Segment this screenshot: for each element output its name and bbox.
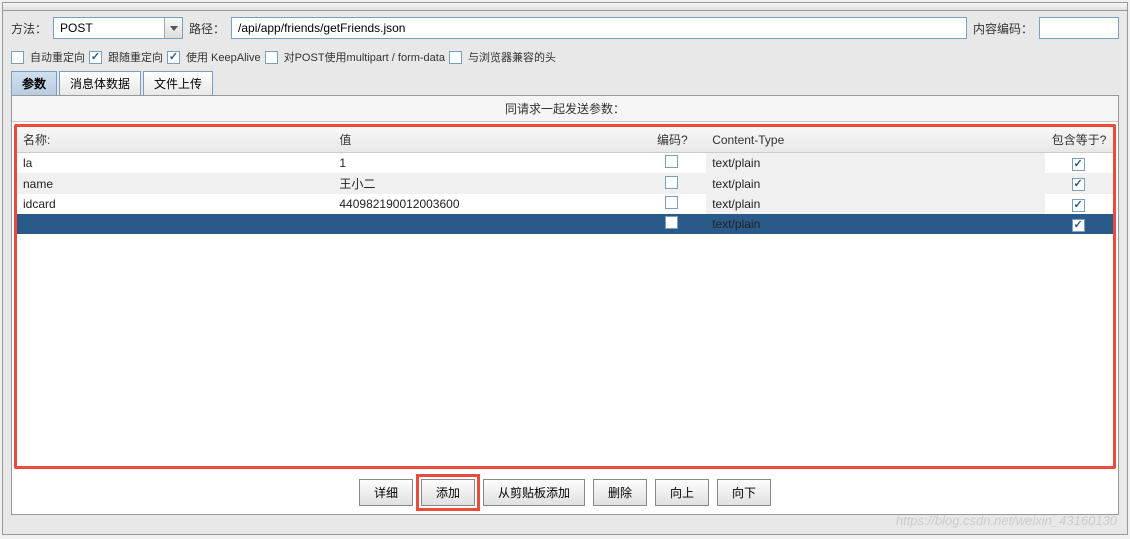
path-input[interactable] <box>231 17 967 39</box>
cell-include[interactable] <box>1045 173 1113 194</box>
delete-button[interactable]: 删除 <box>593 479 647 506</box>
follow-redirect-checkbox[interactable] <box>89 51 102 64</box>
encode-checkbox[interactable] <box>665 216 678 229</box>
down-button[interactable]: 向下 <box>717 479 771 506</box>
cell-include[interactable] <box>1045 153 1113 174</box>
options-row: 自动重定向 跟随重定向 使用 KeepAlive 对POST使用multipar… <box>3 45 1127 69</box>
watermark: https://blog.csdn.net/weixin_43160130 <box>896 513 1117 528</box>
panel-title <box>3 3 1127 11</box>
multipart-label: 对POST使用multipart / form-data <box>284 49 445 65</box>
cell-value[interactable]: 440982190012003600 <box>333 194 638 214</box>
top-controls: 方法： POST 路径： 内容编码： <box>3 11 1127 45</box>
cell-encode[interactable] <box>638 214 706 234</box>
add-button[interactable]: 添加 <box>421 479 475 506</box>
table-row[interactable]: la1 text/plain <box>17 153 1113 174</box>
include-checkbox[interactable] <box>1072 219 1085 232</box>
encode-checkbox[interactable] <box>665 196 678 209</box>
encode-checkbox[interactable] <box>665 155 678 168</box>
browser-headers-checkbox[interactable] <box>449 51 462 64</box>
button-row: 详细 添加 从剪贴板添加 删除 向上 向下 <box>12 471 1118 514</box>
method-select[interactable]: POST <box>53 17 183 39</box>
follow-redirect-label: 跟随重定向 <box>108 49 163 65</box>
params-title: 同请求一起发送参数： <box>12 96 1118 122</box>
tab-body[interactable]: 消息体数据 <box>59 71 141 95</box>
cell-name[interactable] <box>17 214 333 234</box>
include-checkbox[interactable] <box>1072 199 1085 212</box>
encode-checkbox[interactable] <box>665 176 678 189</box>
method-label: 方法： <box>11 20 47 37</box>
include-checkbox[interactable] <box>1072 158 1085 171</box>
params-panel: 同请求一起发送参数： 名称: 值 编码? Content-Type 包含等于? … <box>11 95 1119 515</box>
col-content-type[interactable]: Content-Type <box>706 127 1045 153</box>
cell-encode[interactable] <box>638 153 706 174</box>
cell-content-type[interactable]: text/plain <box>706 194 1045 214</box>
cell-content-type[interactable]: text/plain <box>706 214 1045 234</box>
method-value: POST <box>54 21 164 35</box>
cell-encode[interactable] <box>638 194 706 214</box>
cell-content-type[interactable]: text/plain <box>706 173 1045 194</box>
auto-redirect-label: 自动重定向 <box>30 49 85 65</box>
col-value[interactable]: 值 <box>333 127 638 153</box>
table-row[interactable]: text/plain <box>17 214 1113 234</box>
table-row[interactable]: name王小二 text/plain <box>17 173 1113 194</box>
params-table-wrap: 名称: 值 编码? Content-Type 包含等于? la1 text/pla… <box>14 124 1116 469</box>
request-panel: 方法： POST 路径： 内容编码： 自动重定向 跟随重定向 使用 KeepAl… <box>2 2 1128 535</box>
cell-name[interactable]: la <box>17 153 333 174</box>
cell-include[interactable] <box>1045 194 1113 214</box>
tabs: 参数 消息体数据 文件上传 <box>3 71 1127 95</box>
clipboard-button[interactable]: 从剪贴板添加 <box>483 479 585 506</box>
browser-headers-label: 与浏览器兼容的头 <box>468 49 556 65</box>
encoding-input[interactable] <box>1039 17 1119 39</box>
col-include[interactable]: 包含等于? <box>1045 127 1113 153</box>
detail-button[interactable]: 详细 <box>359 479 413 506</box>
tab-params[interactable]: 参数 <box>11 71 57 95</box>
tab-upload[interactable]: 文件上传 <box>143 71 213 95</box>
caret-down-icon <box>170 26 178 31</box>
dropdown-button[interactable] <box>164 18 182 38</box>
cell-value[interactable]: 1 <box>333 153 638 174</box>
path-label: 路径： <box>189 20 225 37</box>
up-button[interactable]: 向上 <box>655 479 709 506</box>
table-header: 名称: 值 编码? Content-Type 包含等于? <box>17 127 1113 153</box>
encoding-label: 内容编码： <box>973 20 1033 37</box>
col-encode[interactable]: 编码? <box>638 127 706 153</box>
keepalive-checkbox[interactable] <box>167 51 180 64</box>
cell-name[interactable]: idcard <box>17 194 333 214</box>
cell-encode[interactable] <box>638 173 706 194</box>
auto-redirect-checkbox[interactable] <box>11 51 24 64</box>
cell-name[interactable]: name <box>17 173 333 194</box>
cell-value[interactable] <box>333 214 638 234</box>
table-row[interactable]: idcard440982190012003600 text/plain <box>17 194 1113 214</box>
keepalive-label: 使用 KeepAlive <box>186 49 261 65</box>
cell-content-type[interactable]: text/plain <box>706 153 1045 174</box>
params-table[interactable]: 名称: 值 编码? Content-Type 包含等于? la1 text/pla… <box>17 127 1113 234</box>
include-checkbox[interactable] <box>1072 178 1085 191</box>
cell-value[interactable]: 王小二 <box>333 173 638 194</box>
multipart-checkbox[interactable] <box>265 51 278 64</box>
col-name[interactable]: 名称: <box>17 127 333 153</box>
cell-include[interactable] <box>1045 214 1113 234</box>
